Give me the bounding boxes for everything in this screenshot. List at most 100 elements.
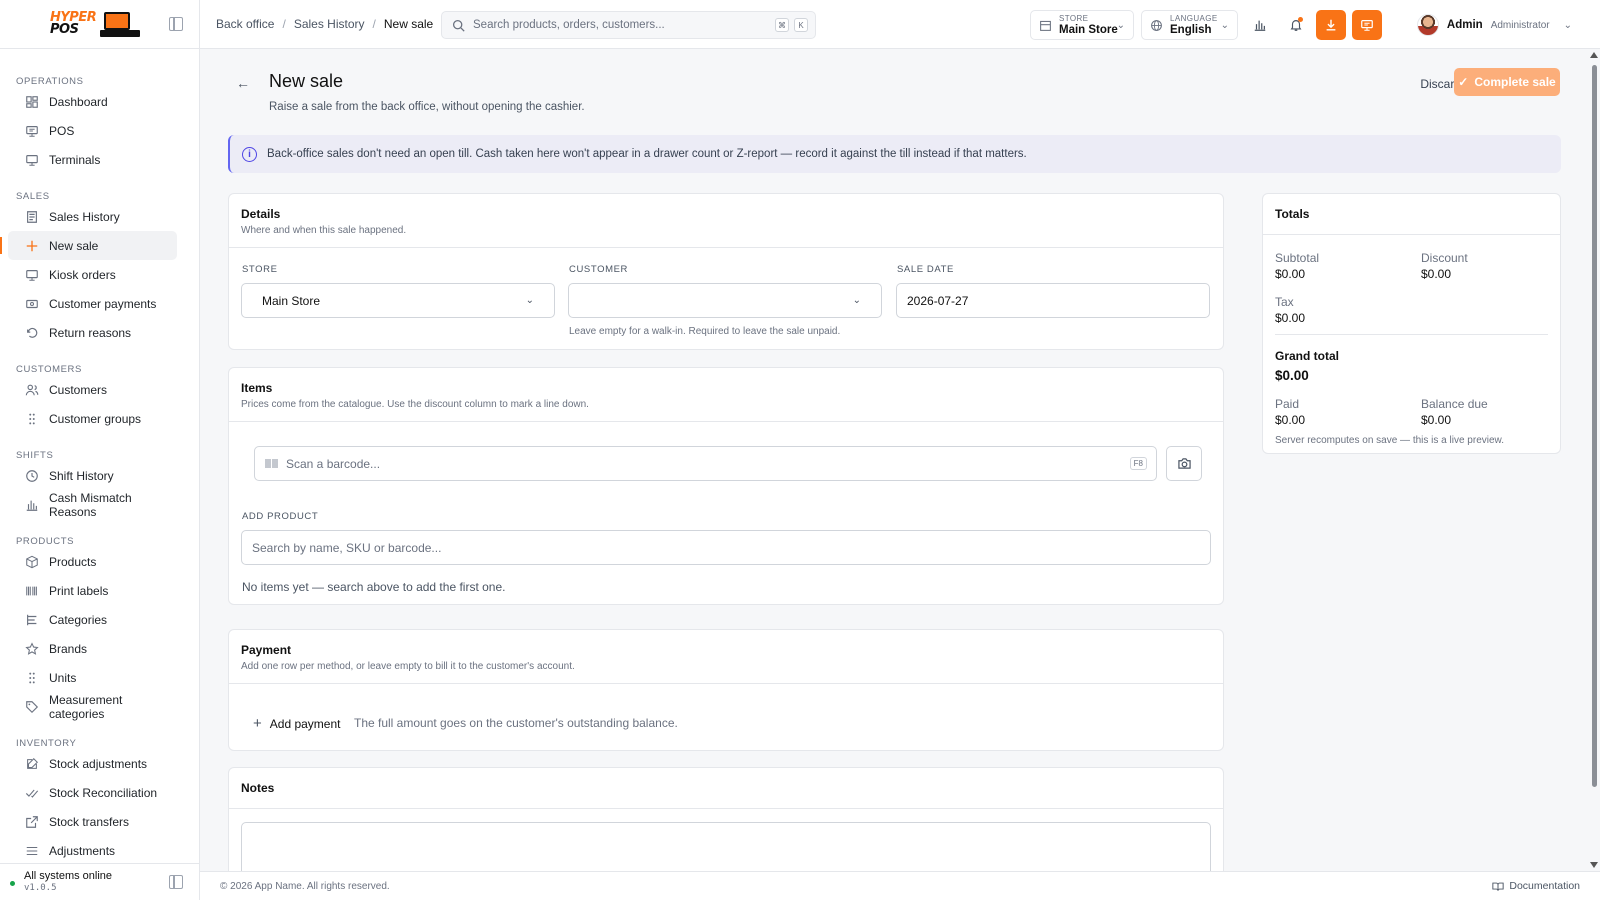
collapse-sidebar-icon[interactable] [169,17,183,31]
scrollbar-thumb[interactable] [1592,65,1597,787]
sidebar-item-label: Return reasons [49,325,132,340]
sidebar-item-products[interactable]: Products [8,547,177,576]
grip-icon [25,671,39,685]
sidebar-item-kiosk-orders[interactable]: Kiosk orders [8,260,177,289]
kbd-cmd: ⌘ [775,18,789,32]
sidebar-item-new-sale[interactable]: New sale [0,231,177,260]
kbd-f8: F8 [1129,457,1147,470]
totals-card: Totals Subtotal $0.00 Discount $0.00 Tax… [1262,193,1561,454]
card-title: Payment [241,643,292,657]
camera-scan-button[interactable] [1166,446,1202,481]
notes-textarea[interactable] [241,822,1211,871]
list-tree-icon [25,613,39,627]
scroll-down-icon[interactable] [1590,862,1598,868]
sidebar-item-shift-history[interactable]: Shift History [8,461,177,490]
sidebar-item-return-reasons[interactable]: Return reasons [8,318,177,347]
sidebar-item-customers[interactable]: Customers [8,375,177,404]
reports-button[interactable] [1245,10,1275,40]
totals-note: Server recomputes on save — this is a li… [1275,435,1504,446]
discount-value: $0.00 [1421,267,1452,281]
sidebar-item-units[interactable]: Units [8,663,177,692]
nav-section-title: SHIFTS [16,450,54,461]
sidebar-item-stock-reconciliation[interactable]: Stock Reconciliation [8,778,177,807]
customer-select[interactable]: ⌄ [568,283,882,318]
store-selector[interactable]: STORE Main Store ⌄ [1030,10,1134,40]
global-search-input[interactable]: Search products, orders, customers... ⌘ … [441,11,816,39]
barcode-input[interactable]: Scan a barcode... F8 [254,446,1157,481]
sidebar-item-measurement-categories[interactable]: Measurement categories [8,692,177,721]
nav-section-title: OPERATIONS [16,76,84,87]
divider [1275,334,1548,335]
sidebar-item-sales-history[interactable]: Sales History [8,202,177,231]
sale-date-input[interactable]: 2026-07-27 [896,283,1210,318]
documentation-link[interactable]: Documentation [1492,880,1580,892]
main-scrollbar[interactable] [1588,49,1600,871]
details-card: Details Where and when this sale happene… [228,193,1224,350]
plus-icon: + [253,715,262,732]
card-title: Items [241,381,273,395]
download-button[interactable] [1316,10,1346,40]
complete-sale-label: Complete sale [1474,75,1556,89]
card-header: Details Where and when this sale happene… [229,194,1223,248]
sidebar-item-terminals[interactable]: Terminals [8,145,177,174]
scroll-up-icon[interactable] [1590,52,1598,58]
sidebar-item-label: POS [49,123,75,138]
collapse-sidebar-icon[interactable] [169,875,183,889]
customer-field-label: CUSTOMER [569,264,628,275]
wallet-icon [25,297,39,311]
user-menu[interactable]: Admin Administrator ⌄ [1416,10,1572,40]
sidebar-item-stock-adjustments[interactable]: Stock adjustments [8,749,177,778]
paid-value: $0.00 [1275,413,1306,427]
status-dot-icon [10,881,15,886]
breadcrumb-sales-history[interactable]: Sales History [294,17,365,31]
chevron-down-icon: ⌄ [1116,20,1125,31]
sidebar-item-dashboard[interactable]: Dashboard [8,87,177,116]
search-placeholder: Search products, orders, customers... [473,19,665,31]
logo-wordmark: HYPER POS [50,11,97,36]
sidebar-item-label: Print labels [49,583,109,598]
sidebar-item-customer-groups[interactable]: Customer groups [8,404,177,433]
notifications-button[interactable] [1281,10,1311,40]
sidebar-item-label: Stock Reconciliation [49,785,158,800]
topbar: Back office / Sales History / New sale S… [200,0,1600,49]
documentation-label: Documentation [1509,880,1580,892]
nav-section-title: INVENTORY [16,738,77,749]
language-selector[interactable]: LANGUAGE English ⌄ [1141,10,1238,40]
barcode-icon [25,584,39,598]
sidebar-header: HYPER POS [0,0,199,49]
add-payment-button[interactable]: + Add payment [253,715,340,732]
store-select[interactable]: Main Store ⌄ [241,283,555,318]
breadcrumb-current: New sale [383,17,434,31]
sidebar-item-brands[interactable]: Brands [8,634,177,663]
store-selector-label: STORE [1059,14,1089,23]
sidebar-item-customer-payments[interactable]: Customer payments [8,289,177,318]
sidebar-item-categories[interactable]: Categories [8,605,177,634]
sidebar-item-pos[interactable]: POS [8,116,177,145]
sidebar-item-cash-mismatch-reasons[interactable]: Cash Mismatch Reasons [8,490,177,519]
users-icon [25,383,39,397]
sidebar-item-label: Brands [49,641,88,656]
tax-value: $0.00 [1275,311,1306,325]
subtotal-label: Subtotal [1275,251,1320,265]
store-select-value: Main Store [262,293,321,308]
add-product-search[interactable]: Search by name, SKU or barcode... [241,530,1211,565]
sidebar-item-label: Kiosk orders [49,267,116,282]
sidebar-nav: OPERATIONS Dashboard POS Terminals SALES Sale… [0,49,199,859]
open-pos-button[interactable] [1352,10,1382,40]
sidebar-item-print-labels[interactable]: Print labels [8,576,177,605]
terminal-icon [25,153,39,167]
check-icon: ✓ [1458,75,1469,89]
card-subtitle: Add one row per method, or leave empty t… [241,661,575,672]
app-logo[interactable]: HYPER POS [50,10,141,38]
avatar [1416,14,1439,36]
sidebar-item-adjustments[interactable]: Adjustments [8,836,177,859]
sidebar-item-label: Stock adjustments [49,756,148,771]
sidebar-item-label: Customer payments [49,296,157,311]
tag-icon [25,700,39,714]
breadcrumb-back-office[interactable]: Back office [216,17,274,31]
complete-sale-button[interactable]: ✓ Complete sale [1454,68,1560,96]
card-header: Payment Add one row per method, or leave… [229,630,1223,684]
add-product-label: ADD PRODUCT [242,511,319,522]
back-arrow-icon[interactable]: ← [236,75,250,91]
sidebar-item-stock-transfers[interactable]: Stock transfers [8,807,177,836]
